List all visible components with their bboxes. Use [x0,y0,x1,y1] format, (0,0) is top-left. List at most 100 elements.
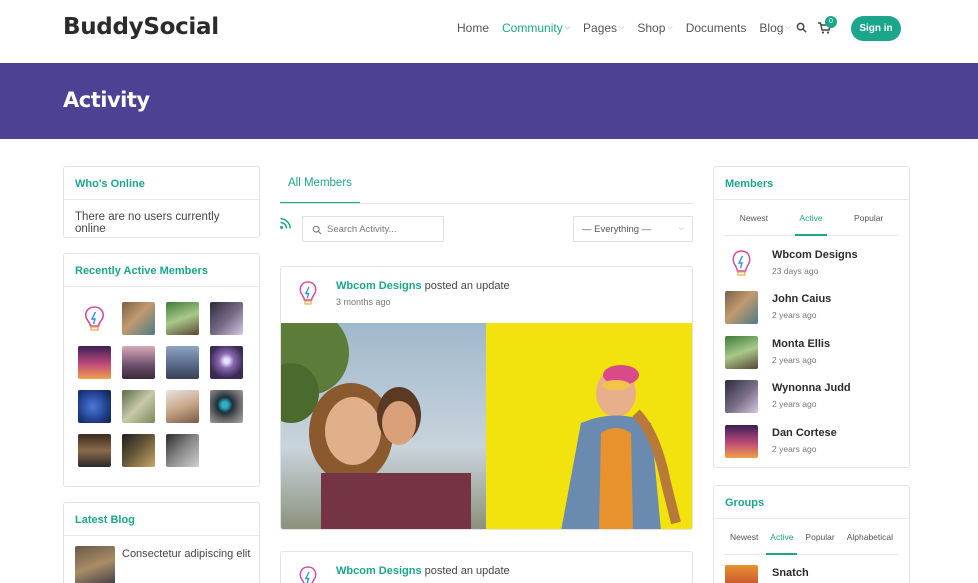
members-widget: Members Newest Active Popular Wbcom Desi… [713,166,910,468]
member-avatar[interactable] [210,390,243,423]
member-avatar[interactable] [122,434,155,467]
nav-documents[interactable]: Documents [686,21,747,35]
member-avatar[interactable] [78,346,111,379]
member-avatar[interactable] [122,390,155,423]
member-avatar[interactable] [725,380,758,413]
member-avatar[interactable] [725,291,758,324]
nav-community[interactable]: Community ⌵ [502,21,570,35]
blog-post-title[interactable]: Consectetur adipiscing elit [122,547,252,562]
member-avatar[interactable] [725,425,758,458]
member-avatar[interactable] [166,346,199,379]
tab-popular[interactable]: Popular [850,200,887,236]
member-last-active: 23 days ago [772,266,819,276]
post-action: posted an update [424,565,510,577]
nav-blog[interactable]: Blog ⌵ [759,21,790,35]
page-banner: Activity [0,63,978,139]
activity-filter-select[interactable]: — Everything — ⌵ [573,216,693,242]
member-name[interactable]: Dan Cortese [772,427,837,439]
list-item[interactable]: Wbcom Designs 23 days ago [725,247,905,283]
nav-shop-label: Shop [637,21,666,35]
post-timestamp[interactable]: 3 months ago [336,297,391,307]
nav-pages[interactable]: Pages ⌵ [583,21,624,35]
tab-alphabetical[interactable]: Alphabetical [843,519,897,555]
list-item[interactable]: Wynonna Judd 2 years ago [725,380,905,416]
tab-popular[interactable]: Popular [801,519,838,555]
list-item[interactable]: Snatch [725,565,905,583]
nav-documents-label: Documents [685,21,747,35]
nav-shop[interactable]: Shop ⌵ [637,21,672,35]
search-icon[interactable] [796,22,807,33]
group-name[interactable]: Snatch [772,567,809,579]
widget-title: Who's Online [64,167,259,200]
widget-title: Members [714,167,909,200]
nav-home[interactable]: Home [457,21,489,35]
nav-pages-label: Pages [583,21,618,35]
chevron-down-icon: ⌵ [678,225,684,232]
member-avatar[interactable] [122,302,155,335]
chevron-down-icon: ⌵ [785,24,791,31]
member-name[interactable]: Monta Ellis [772,338,830,350]
tab-newest[interactable]: Newest [736,200,772,236]
avatar-grid [64,287,259,467]
author-avatar[interactable] [293,279,323,309]
member-avatar[interactable] [78,434,111,467]
search-activity-input[interactable]: Search Activity... [302,216,444,242]
activity-post: Wbcom Designs posted an update 3 months … [280,266,693,530]
member-avatar[interactable] [210,302,243,335]
member-avatar[interactable] [725,247,758,280]
member-avatar[interactable] [166,434,199,467]
post-author-link[interactable]: Wbcom Designs [336,565,422,577]
list-item[interactable]: Dan Cortese 2 years ago [725,425,905,461]
post-author-link[interactable]: Wbcom Designs [336,280,422,292]
member-name[interactable]: Wbcom Designs [772,249,858,261]
list-item[interactable]: John Caius 2 years ago [725,291,905,327]
site-logo[interactable]: BuddySocial [63,14,219,40]
nav-blog-label: Blog [759,21,784,35]
latest-blog-widget: Latest Blog Consectetur adipiscing elit [63,502,260,583]
tab-active[interactable]: Active [766,519,798,555]
recent-members-widget: Recently Active Members [63,253,260,487]
chevron-down-icon: ⌵ [564,24,571,31]
member-avatar[interactable] [166,390,199,423]
tab-newest[interactable]: Newest [726,519,762,555]
nav-home-label: Home [457,21,490,35]
member-last-active: 2 years ago [772,310,817,320]
blog-thumbnail[interactable] [75,546,115,583]
member-avatar[interactable] [78,302,111,335]
tab-all-members[interactable]: All Members [280,166,360,204]
tab-active[interactable]: Active [795,200,827,236]
activity-post: Wbcom Designs posted an update [280,551,693,583]
member-name[interactable]: John Caius [772,293,831,305]
member-avatar[interactable] [78,390,111,423]
member-avatar[interactable] [725,336,758,369]
main-nav: Home Community ⌵ Pages ⌵ Shop ⌵ Documents B… [457,21,804,35]
cart-count-badge: 0 [825,16,837,28]
post-header: Wbcom Designs posted an update [336,565,510,577]
member-last-active: 2 years ago [772,355,817,365]
filter-value: — Everything — [582,224,652,235]
post-action: posted an update [424,280,510,292]
tab-divider [280,203,693,204]
member-avatar[interactable] [210,346,243,379]
group-avatar[interactable] [725,565,758,583]
members-tabs: Newest Active Popular [724,200,899,236]
post-media-gallery[interactable] [281,323,693,530]
member-name[interactable]: Wynonna Judd [772,382,851,394]
whos-online-widget: Who's Online There are no users currentl… [63,166,260,238]
nav-community-label: Community [502,21,563,35]
chevron-down-icon: ⌵ [619,24,625,31]
widget-title: Latest Blog [64,503,259,536]
page-title: Activity [63,88,150,112]
rss-icon[interactable] [280,218,291,229]
sign-in-button[interactable]: Sign in [851,16,901,41]
list-item[interactable]: Monta Ellis 2 years ago [725,336,905,372]
author-avatar[interactable] [293,564,323,583]
search-icon [312,225,322,235]
site-header: BuddySocial Home Community ⌵ Pages ⌵ Shop ⌵… [0,0,978,63]
widget-title: Groups [714,486,909,519]
chevron-down-icon: ⌵ [667,24,673,31]
member-last-active: 2 years ago [772,399,817,409]
member-avatar[interactable] [166,302,199,335]
post-header: Wbcom Designs posted an update [336,280,510,292]
member-avatar[interactable] [122,346,155,379]
